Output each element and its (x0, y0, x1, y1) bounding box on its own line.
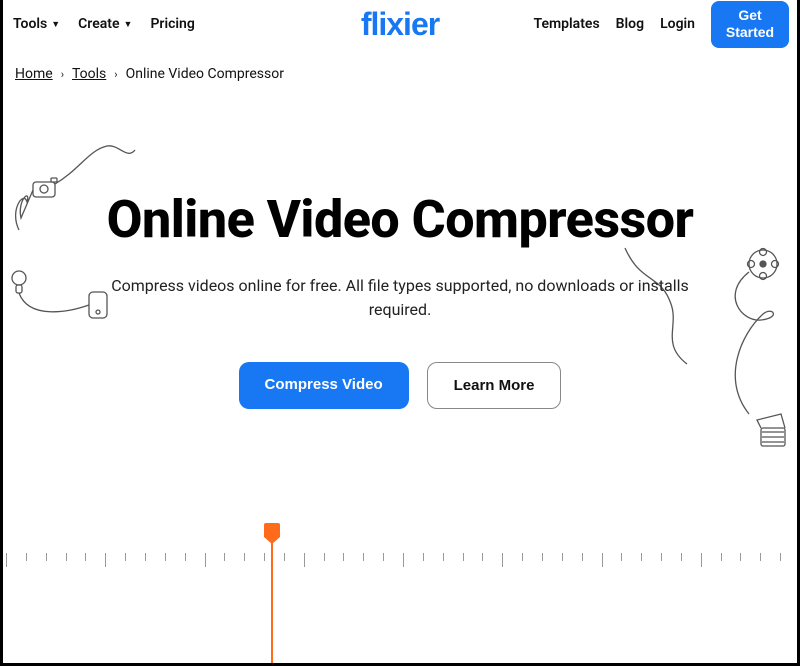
compress-video-button[interactable]: Compress Video (239, 362, 409, 409)
ruler-tick (621, 553, 622, 561)
ruler-tick (145, 553, 146, 561)
ruler-tick (26, 553, 27, 561)
page-subtitle: Compress videos online for free. All fil… (63, 274, 737, 322)
ruler-tick (264, 553, 265, 561)
chevron-right-icon: › (61, 68, 64, 81)
ruler-tick (740, 553, 741, 561)
ruler-tick (482, 553, 483, 561)
ruler-tick (721, 553, 722, 561)
nav-login-label: Login (660, 16, 695, 32)
ruler-tick (66, 553, 67, 561)
ruler-tick (582, 553, 583, 561)
caret-down-icon: ▼ (124, 19, 133, 30)
nav-blog-label: Blog (616, 16, 644, 32)
ruler-tick (661, 553, 662, 561)
ruler-tick (502, 553, 503, 567)
ruler-tick (324, 553, 325, 561)
ruler-tick (6, 553, 7, 567)
ruler-tick (125, 553, 126, 561)
nav-create[interactable]: Create ▼ (78, 16, 132, 32)
ruler-tick (165, 553, 166, 561)
playhead-line (271, 531, 273, 663)
ruler-tick (423, 553, 424, 561)
breadcrumb-home[interactable]: Home (15, 66, 53, 82)
page-title: Online Video Compressor (63, 192, 737, 248)
ruler-tick (46, 553, 47, 561)
breadcrumb-tools[interactable]: Tools (72, 66, 106, 82)
hero-section: Online Video Compressor Compress videos … (3, 82, 797, 409)
chevron-right-icon: › (114, 68, 117, 81)
ruler-tick (205, 553, 206, 567)
top-navbar: Tools ▼ Create ▼ Pricing flixier Templat… (3, 0, 797, 48)
ruler-tick (463, 553, 464, 561)
ruler-tick (383, 553, 384, 561)
ruler-tick (363, 553, 364, 561)
ruler-tick (343, 553, 344, 561)
nav-tools[interactable]: Tools ▼ (13, 16, 60, 32)
ruler-tick (760, 553, 761, 561)
ruler-tick (780, 553, 781, 561)
nav-login[interactable]: Login (660, 16, 695, 32)
ruler-tick (681, 553, 682, 561)
ruler-tick (641, 553, 642, 561)
ruler-tick (105, 553, 106, 567)
ruler-tick (443, 553, 444, 561)
learn-more-button[interactable]: Learn More (427, 362, 562, 409)
nav-create-label: Create (78, 16, 119, 32)
ruler-tick (85, 553, 86, 561)
ruler-ticks (6, 553, 794, 571)
ruler-tick (244, 553, 245, 561)
ruler-tick (562, 553, 563, 561)
ruler-tick (185, 553, 186, 561)
breadcrumb: Home › Tools › Online Video Compressor (3, 48, 797, 82)
nav-pricing[interactable]: Pricing (150, 16, 194, 32)
brand-logo[interactable]: flixier (361, 6, 439, 43)
nav-tools-label: Tools (13, 16, 47, 32)
nav-left-group: Tools ▼ Create ▼ Pricing (13, 16, 195, 32)
ruler-tick (602, 553, 603, 567)
nav-pricing-label: Pricing (150, 16, 194, 32)
get-started-button[interactable]: Get Started (711, 1, 789, 48)
ruler-tick (304, 553, 305, 567)
nav-templates[interactable]: Templates (534, 16, 600, 32)
nav-templates-label: Templates (534, 16, 600, 32)
caret-down-icon: ▼ (51, 19, 60, 30)
breadcrumb-current: Online Video Compressor (126, 66, 284, 82)
nav-right-group: Templates Blog Login Get Started (534, 1, 789, 48)
timeline-ruler (6, 493, 794, 663)
ruler-tick (522, 553, 523, 561)
brand-logo-text: flixier (361, 6, 439, 42)
ruler-tick (542, 553, 543, 561)
cta-row: Compress Video Learn More (63, 362, 737, 409)
ruler-tick (284, 553, 285, 561)
ruler-tick (701, 553, 702, 567)
ruler-tick (403, 553, 404, 567)
nav-blog[interactable]: Blog (616, 16, 644, 32)
get-started-label: Get Started (725, 7, 775, 42)
ruler-tick (224, 553, 225, 561)
